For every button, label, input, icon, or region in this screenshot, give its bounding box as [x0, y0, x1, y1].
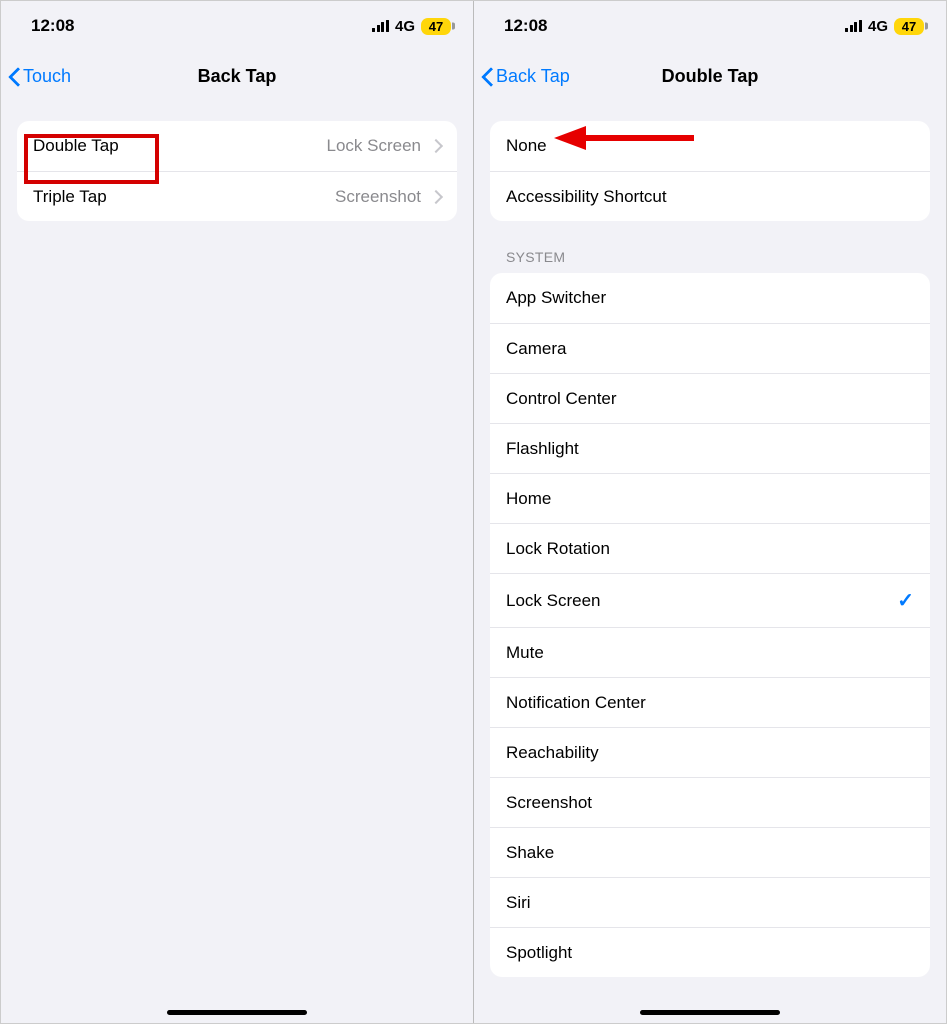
nav-bar: Touch Back Tap	[1, 51, 473, 101]
row-system-lock-screen[interactable]: Lock Screen✓	[490, 573, 930, 627]
system-group: App Switcher Camera Control Center Flashlig…	[490, 273, 930, 977]
back-button[interactable]: Back Tap	[482, 66, 570, 87]
row-value: Screenshot	[335, 187, 421, 207]
row-label: Notification Center	[506, 693, 914, 713]
row-label: Siri	[506, 893, 914, 913]
row-accessibility-shortcut[interactable]: Accessibility Shortcut	[490, 171, 930, 221]
battery-badge: 47	[894, 18, 924, 35]
row-none[interactable]: None	[490, 121, 930, 171]
row-label: Shake	[506, 843, 914, 863]
home-indicator[interactable]	[167, 1010, 307, 1015]
home-indicator[interactable]	[640, 1010, 780, 1015]
cellular-signal-icon	[845, 20, 862, 32]
status-bar: 12:08 4G 47	[1, 1, 473, 51]
screen-double-tap: 12:08 4G 47 Back Tap Double Tap None Acc…	[474, 1, 946, 1023]
row-system-reachability[interactable]: Reachability	[490, 727, 930, 777]
row-system-shake[interactable]: Shake	[490, 827, 930, 877]
chevron-right-icon	[431, 138, 441, 154]
row-label: Spotlight	[506, 943, 914, 963]
row-system-lock-rotation[interactable]: Lock Rotation	[490, 523, 930, 573]
status-right: 4G 47	[372, 18, 451, 35]
checkmark-icon: ✓	[897, 588, 914, 613]
chevron-left-icon	[482, 66, 494, 86]
screen-back-tap: 12:08 4G 47 Touch Back Tap Double Tap Lo…	[1, 1, 473, 1023]
row-system-siri[interactable]: Siri	[490, 877, 930, 927]
row-label: Double Tap	[33, 136, 327, 156]
row-system-spotlight[interactable]: Spotlight	[490, 927, 930, 977]
back-button[interactable]: Touch	[9, 66, 71, 87]
row-label: Camera	[506, 339, 914, 359]
row-label: Screenshot	[506, 793, 914, 813]
row-system-notification-center[interactable]: Notification Center	[490, 677, 930, 727]
chevron-left-icon	[9, 66, 21, 86]
row-label: Lock Screen	[506, 591, 897, 611]
row-label: None	[506, 136, 914, 156]
page-title: Back Tap	[1, 66, 473, 87]
back-label: Touch	[23, 66, 71, 87]
row-label: Lock Rotation	[506, 539, 914, 559]
row-label: Mute	[506, 643, 914, 663]
content: Double Tap Lock Screen Triple Tap Screen…	[1, 101, 473, 1023]
status-right: 4G 47	[845, 18, 924, 35]
row-label: Home	[506, 489, 914, 509]
row-label: App Switcher	[506, 288, 914, 308]
row-system-camera[interactable]: Camera	[490, 323, 930, 373]
row-value: Lock Screen	[327, 136, 422, 156]
row-system-control-center[interactable]: Control Center	[490, 373, 930, 423]
top-group: None Accessibility Shortcut	[490, 121, 930, 221]
row-triple-tap[interactable]: Triple Tap Screenshot	[17, 171, 457, 221]
row-system-home[interactable]: Home	[490, 473, 930, 523]
row-system-mute[interactable]: Mute	[490, 627, 930, 677]
row-label: Reachability	[506, 743, 914, 763]
chevron-right-icon	[431, 189, 441, 205]
section-header-system: System	[474, 249, 946, 273]
row-system-screenshot[interactable]: Screenshot	[490, 777, 930, 827]
status-time: 12:08	[31, 16, 74, 36]
row-system-flashlight[interactable]: Flashlight	[490, 423, 930, 473]
row-label: Accessibility Shortcut	[506, 187, 914, 207]
row-label: Flashlight	[506, 439, 914, 459]
settings-list: Double Tap Lock Screen Triple Tap Screen…	[17, 121, 457, 221]
cellular-signal-icon	[372, 20, 389, 32]
network-label: 4G	[395, 18, 415, 35]
row-double-tap[interactable]: Double Tap Lock Screen	[17, 121, 457, 171]
back-label: Back Tap	[496, 66, 570, 87]
row-system-app-switcher[interactable]: App Switcher	[490, 273, 930, 323]
battery-badge: 47	[421, 18, 451, 35]
nav-bar: Back Tap Double Tap	[474, 51, 946, 101]
status-bar: 12:08 4G 47	[474, 1, 946, 51]
status-time: 12:08	[504, 16, 547, 36]
row-label: Control Center	[506, 389, 914, 409]
content: None Accessibility Shortcut System App S…	[474, 101, 946, 1023]
row-label: Triple Tap	[33, 187, 335, 207]
network-label: 4G	[868, 18, 888, 35]
